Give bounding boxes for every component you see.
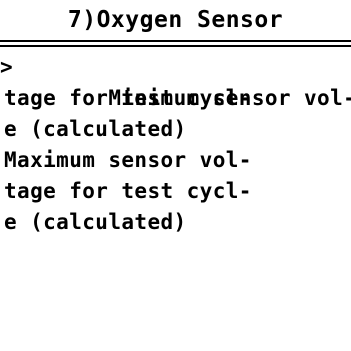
title-divider-top xyxy=(0,40,351,42)
menu-item-maximum-voltage[interactable]: Maximum sensor vol- tage for test cycl- … xyxy=(0,145,351,238)
menu-item-text: e (calculated) xyxy=(4,210,187,234)
menu-item-line: > Minimum sensor vol- xyxy=(0,52,351,110)
selection-cursor-icon: > xyxy=(0,55,14,79)
menu-list: > Minimum sensor vol- tage for test cycl-… xyxy=(0,52,351,238)
menu-item-line: tage for test cycl- xyxy=(0,83,351,114)
menu-item-line: e (calculated) xyxy=(0,114,351,145)
menu-item-text: tage for test cycl- xyxy=(4,86,252,110)
menu-item-minimum-voltage[interactable]: > Minimum sensor vol- tage for test cycl-… xyxy=(0,52,351,145)
menu-item-text: Maximum sensor vol- xyxy=(4,148,252,172)
title-divider-bottom xyxy=(0,45,351,47)
menu-item-line: Maximum sensor vol- xyxy=(0,145,351,176)
screen-title: 7)Oxygen Sensor xyxy=(67,7,284,33)
device-screen: 7)Oxygen Sensor > Minimum sensor vol- tag… xyxy=(0,0,351,351)
menu-item-line: e (calculated) xyxy=(0,207,351,238)
menu-item-line: tage for test cycl- xyxy=(0,176,351,207)
menu-item-text: tage for test cycl- xyxy=(4,179,252,203)
menu-item-text: e (calculated) xyxy=(4,117,187,141)
